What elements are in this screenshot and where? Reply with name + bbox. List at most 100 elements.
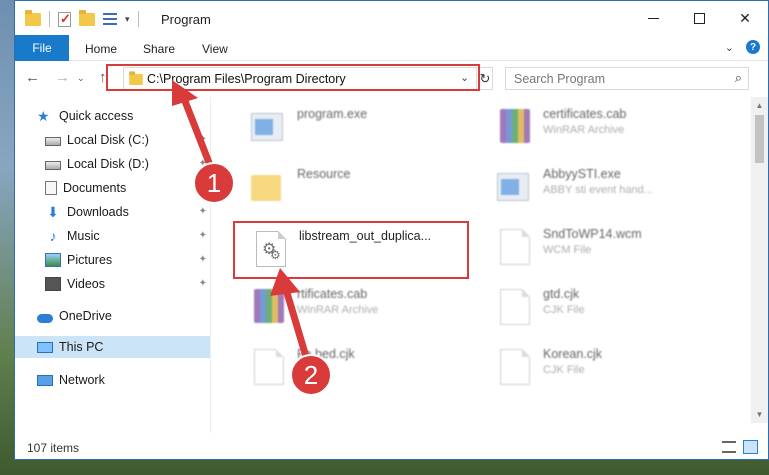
scroll-up-icon[interactable]: ▲ <box>751 97 768 114</box>
sidebar-item-quick-access[interactable]: ★ Quick access <box>15 105 210 127</box>
pin-icon[interactable]: ✦ <box>199 230 207 241</box>
star-icon: ★ <box>37 108 50 124</box>
file-type: WinRAR Archive <box>297 304 379 316</box>
file-name: certificates.cab <box>543 107 627 121</box>
callout-badge-1: 1 <box>193 162 235 204</box>
file-item[interactable]: gtd.cjk CJK File <box>495 283 735 331</box>
pin-icon[interactable]: ✦ <box>199 206 207 217</box>
properties-check-icon[interactable] <box>58 11 71 27</box>
sidebar-item-music[interactable]: ♪ Music ✦ <box>15 225 210 247</box>
ribbon: File Home Share View ⌄ ? <box>15 35 768 61</box>
file-item[interactable]: Resource <box>249 163 489 211</box>
back-button[interactable]: ← <box>25 69 40 86</box>
status-bar: 107 items <box>15 435 768 459</box>
file-item[interactable]: Korean.cjk CJK File <box>495 343 735 391</box>
sidebar-item-label: Downloads <box>67 205 129 219</box>
sidebar-item-local-disk-d[interactable]: Local Disk (D:) ✦ <box>15 153 210 175</box>
search-icon[interactable]: ⌕ <box>735 70 742 86</box>
sidebar-item-label: Pictures <box>67 253 113 267</box>
file-name: AbbyySTI.exe <box>543 167 621 181</box>
search-box[interactable]: Search Program ⌕ <box>505 67 749 90</box>
file-type: CJK File <box>543 364 585 376</box>
tab-share[interactable]: Share <box>143 42 175 56</box>
large-icons-view-icon[interactable] <box>743 440 758 454</box>
disk-icon <box>45 161 61 170</box>
page-icon <box>497 229 533 265</box>
search-input[interactable]: Search Program <box>514 72 605 86</box>
folder-icon <box>25 9 41 26</box>
file-type: WinRAR Archive <box>543 124 625 136</box>
sidebar-item-this-pc[interactable]: This PC <box>15 336 210 358</box>
new-folder-icon[interactable] <box>79 9 95 26</box>
sidebar-item-downloads[interactable]: ⬇ Downloads ✦ <box>15 201 210 223</box>
scroll-thumb[interactable] <box>755 115 764 163</box>
sidebar-item-label: OneDrive <box>59 309 112 323</box>
maximize-icon <box>693 12 705 24</box>
divider <box>137 11 139 27</box>
file-name: program.exe <box>297 107 368 121</box>
file-item[interactable]: certificates.cab WinRAR Archive <box>495 103 735 151</box>
maximize-button[interactable] <box>676 1 722 35</box>
expand-ribbon-icon[interactable]: ⌄ <box>725 41 734 54</box>
network-icon <box>37 374 53 386</box>
pin-icon[interactable]: ✦ <box>199 278 207 289</box>
forward-button[interactable]: → <box>55 69 70 86</box>
onedrive-icon <box>37 313 53 323</box>
sidebar-item-label: Quick access <box>59 109 134 123</box>
sidebar-item-label: Videos <box>67 277 105 291</box>
minimize-button[interactable] <box>630 1 676 35</box>
file-item[interactable]: SndToWP14.wcm WCM File <box>495 223 735 271</box>
file-name: rtificates.cab <box>297 287 368 301</box>
details-view-icon[interactable] <box>722 441 736 453</box>
sidebar-item-videos[interactable]: Videos ✦ <box>15 273 210 295</box>
title-bar: ▾ Program ✕ <box>15 1 768 35</box>
file-name: gtd.cjk <box>543 287 580 301</box>
sidebar-item-label: Network <box>59 373 105 387</box>
pin-icon[interactable]: ✦ <box>199 134 207 145</box>
file-item[interactable]: rtificates.cab WinRAR Archive <box>249 283 489 331</box>
sidebar-item-label: Documents <box>63 181 127 195</box>
pin-icon[interactable]: ✦ <box>199 254 207 265</box>
customize-dropdown-icon[interactable]: ▾ <box>125 14 130 25</box>
file-type: CJK File <box>543 304 585 316</box>
folder-icon <box>251 169 287 205</box>
sidebar-item-label: This PC <box>59 340 104 354</box>
music-icon: ♪ <box>49 228 57 244</box>
close-button[interactable]: ✕ <box>722 1 768 35</box>
tab-home[interactable]: Home <box>85 42 117 56</box>
exe-icon <box>497 169 533 205</box>
scroll-down-icon[interactable]: ▼ <box>751 406 768 423</box>
sidebar-item-network[interactable]: Network <box>15 369 210 391</box>
sidebar-item-local-disk-c[interactable]: Local Disk (C:) ✦ <box>15 129 210 151</box>
rar-icon <box>497 109 533 145</box>
pc-icon <box>37 341 53 353</box>
pane-divider[interactable] <box>210 97 211 433</box>
help-icon[interactable]: ? <box>746 40 760 54</box>
file-name: SndToWP14.wcm <box>543 227 642 241</box>
sidebar-item-label: Local Disk (C:) <box>67 133 149 147</box>
file-item[interactable]: Fa bed.cjk <box>249 343 489 391</box>
recent-locations-icon[interactable]: ⌄ <box>77 73 85 84</box>
file-type: WCM File <box>543 244 592 256</box>
pictures-icon <box>45 253 61 267</box>
file-item[interactable]: AbbyySTI.exe ABBY sti event hand... <box>495 163 735 211</box>
sidebar-item-pictures[interactable]: Pictures ✦ <box>15 249 210 271</box>
disk-icon <box>45 137 61 146</box>
tab-file[interactable]: File <box>15 35 69 61</box>
file-name: Korean.cjk <box>543 347 603 361</box>
rar-icon <box>251 289 287 325</box>
vertical-scrollbar[interactable]: ▲ ▼ <box>751 97 768 423</box>
tab-view[interactable]: View <box>202 42 228 56</box>
quick-access-toolbar: ▾ <box>25 9 139 28</box>
sidebar-item-label: Music <box>67 229 100 243</box>
file-item[interactable]: program.exe <box>249 103 489 151</box>
sidebar-item-documents[interactable]: Documents ✦ <box>15 177 210 199</box>
item-count: 107 items <box>27 441 80 455</box>
sidebar-item-onedrive[interactable]: OneDrive <box>15 305 210 327</box>
file-type: ABBY sti event hand... <box>543 184 653 196</box>
exe-icon <box>251 109 287 145</box>
view-options-icon[interactable] <box>103 13 117 25</box>
videos-icon <box>45 277 61 291</box>
navigation-pane: ★ Quick access Local Disk (C:) ✦ Local D… <box>15 97 210 433</box>
page-icon <box>497 289 533 325</box>
